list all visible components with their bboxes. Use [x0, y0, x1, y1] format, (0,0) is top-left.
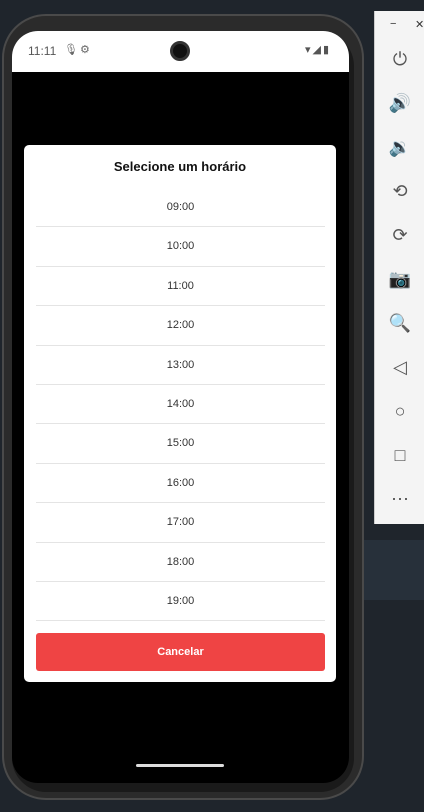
time-slot-1700[interactable]: 17:00 — [36, 503, 325, 543]
time-slot-1000[interactable]: 10:00 — [36, 227, 325, 267]
status-right-icons: ▾◢▮ — [305, 43, 331, 56]
time-slot-0900[interactable]: 09:00 — [36, 188, 325, 228]
front-camera-icon — [170, 41, 190, 61]
mic-icon: 🎙 — [64, 44, 78, 56]
battery-icon: ▮ — [322, 44, 331, 56]
power-icon[interactable]: ⏻ — [375, 41, 424, 77]
signal-icon: ◢ — [312, 44, 323, 56]
overview-icon[interactable]: □ — [375, 437, 424, 473]
time-slot-1800[interactable]: 18:00 — [36, 543, 325, 582]
modal-title: Selecione um horário — [113, 159, 247, 174]
rotate-left-icon[interactable]: ⟲ — [375, 173, 424, 209]
close-icon[interactable]: ✕ — [415, 18, 424, 31]
zoom-icon[interactable]: 🔍 — [375, 305, 424, 341]
cancel-button[interactable]: Cancelar — [36, 633, 325, 671]
minimize-icon[interactable]: − — [390, 18, 396, 30]
volume-up-icon[interactable]: 🔊 — [375, 85, 424, 121]
camera-icon[interactable]: 📷 — [375, 261, 424, 297]
home-gesture-bar[interactable] — [136, 764, 224, 767]
home-icon[interactable]: ○ — [375, 393, 424, 429]
status-bar: 11:11 🎙 ⚙ ▾◢▮ — [12, 31, 349, 72]
volume-down-icon[interactable]: 🔉 — [375, 129, 424, 165]
time-slot-1500[interactable]: 15:00 — [36, 424, 325, 464]
background-desktop — [364, 540, 424, 600]
time-slot-list: 09:00 10:00 11:00 12:00 13:00 14:00 15:0… — [36, 188, 325, 622]
status-time: 11:11 — [28, 44, 57, 58]
time-slot-1600[interactable]: 16:00 — [36, 464, 325, 504]
time-slot-1100[interactable]: 11:00 — [36, 267, 325, 307]
time-slot-1200[interactable]: 12:00 — [36, 306, 325, 346]
device-screen: 11:11 🎙 ⚙ ▾◢▮ Selecione um horário 09:00… — [12, 31, 349, 783]
rotate-right-icon[interactable]: ⟳ — [375, 217, 424, 253]
time-slot-1400[interactable]: 14:00 — [36, 385, 325, 425]
time-picker-modal: Selecione um horário 09:00 10:00 11:00 1… — [24, 145, 336, 682]
emulator-toolbar: − ✕ ⏻ 🔊 🔉 ⟲ ⟳ 📷 🔍 ◁ ○ □ ⋯ — [374, 11, 424, 524]
more-icon[interactable]: ⋯ — [375, 481, 424, 517]
time-slot-1900[interactable]: 19:00 — [36, 582, 325, 622]
toolbar-title-bar: − ✕ — [375, 11, 424, 39]
back-icon[interactable]: ◁ — [375, 349, 424, 385]
gear-icon: ⚙ — [80, 44, 90, 56]
time-slot-1300[interactable]: 13:00 — [36, 346, 325, 385]
